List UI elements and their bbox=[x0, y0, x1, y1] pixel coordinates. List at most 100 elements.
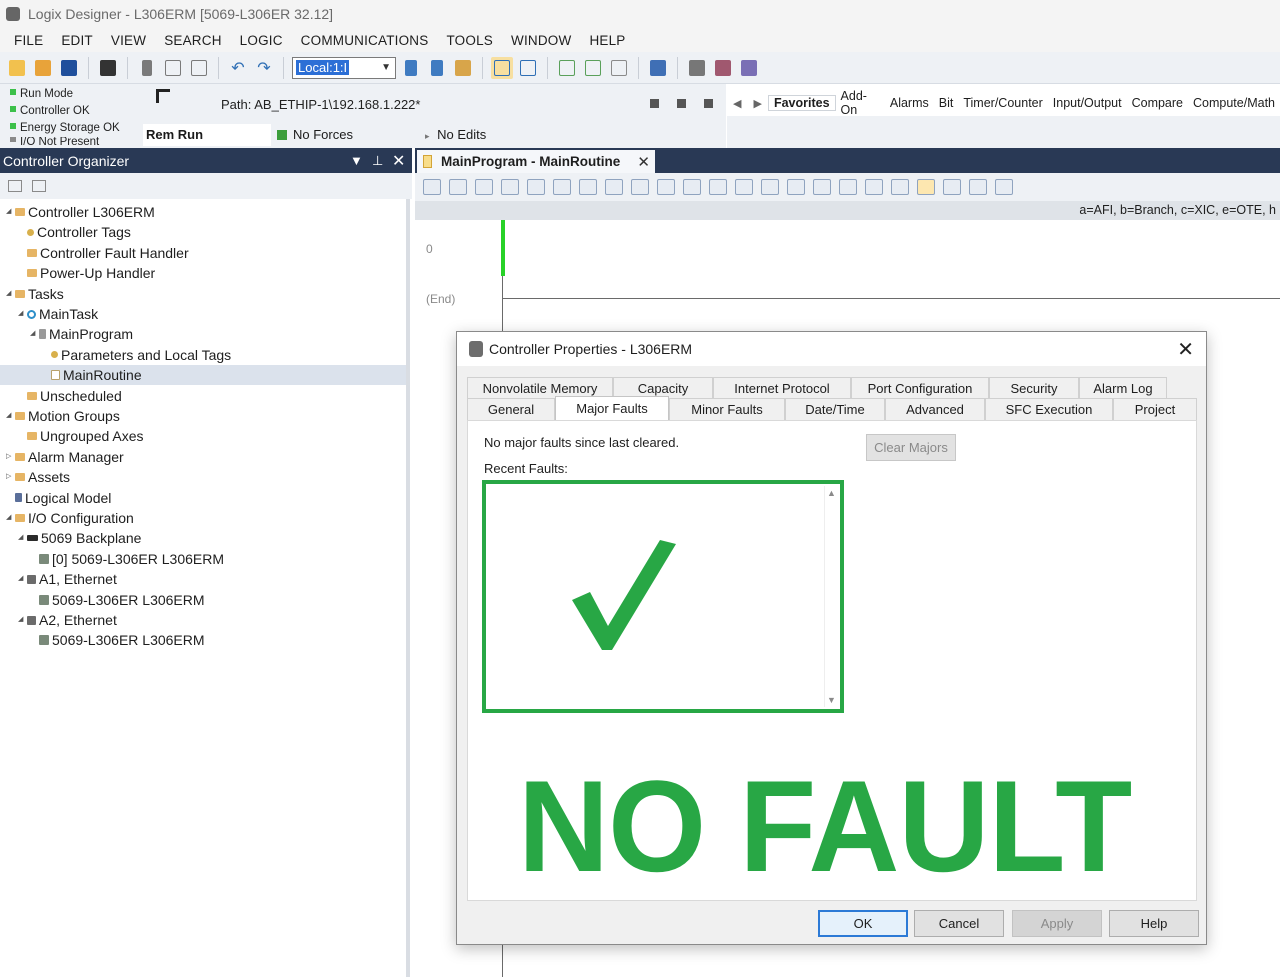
tree-item[interactable]: Unscheduled bbox=[18, 386, 122, 406]
tab-minor-faults[interactable]: Minor Faults bbox=[669, 398, 785, 420]
browse-icon[interactable] bbox=[452, 57, 474, 79]
tree-item[interactable]: MainRoutine bbox=[0, 365, 406, 386]
close-icon[interactable]: ✕ bbox=[392, 151, 405, 171]
expander-icon[interactable]: ◢ bbox=[6, 508, 15, 528]
xic-icon[interactable] bbox=[501, 179, 519, 195]
instruction-tab-add-on[interactable]: Add-On bbox=[836, 89, 885, 117]
instruction-tab-timer-counter[interactable]: Timer/Counter bbox=[958, 96, 1047, 110]
dropdown-icon[interactable]: ▼ bbox=[350, 153, 363, 168]
tree-item[interactable]: Ungrouped Axes bbox=[18, 426, 144, 446]
expander-icon[interactable]: ◢ bbox=[6, 202, 15, 222]
swap-icon[interactable] bbox=[943, 179, 961, 195]
tree-item[interactable]: ▷ Alarm Manager bbox=[6, 447, 124, 467]
tag-browse-icon[interactable] bbox=[813, 179, 831, 195]
tree-item[interactable]: Logical Model bbox=[6, 488, 111, 508]
tab-date-time[interactable]: Date/Time bbox=[785, 398, 885, 420]
online-icon[interactable] bbox=[556, 57, 578, 79]
watch-icon[interactable] bbox=[865, 179, 883, 195]
tree-item[interactable]: ◢ 5069 Backplane bbox=[18, 528, 141, 548]
tree-item[interactable]: ◢ A2, Ethernet bbox=[18, 610, 117, 630]
tab-advanced[interactable]: Advanced bbox=[885, 398, 985, 420]
collapse-all-icon[interactable] bbox=[8, 180, 22, 192]
find-next-icon[interactable] bbox=[426, 57, 448, 79]
tree-item[interactable]: ◢ Controller L306ERM bbox=[6, 202, 155, 222]
tab-port-configuration[interactable]: Port Configuration bbox=[851, 377, 989, 398]
zoom-in-icon[interactable] bbox=[735, 179, 753, 195]
network-icon[interactable] bbox=[677, 99, 686, 108]
menu-file[interactable]: FILE bbox=[5, 33, 52, 48]
menu-communications[interactable]: COMMUNICATIONS bbox=[292, 33, 438, 48]
recent-faults-list[interactable]: ▲ ▼ bbox=[482, 480, 844, 713]
instruction-tab-compute-math[interactable]: Compute/Math bbox=[1188, 96, 1280, 110]
tree-item[interactable]: 5069-L306ER L306ERM bbox=[30, 590, 205, 610]
expression-icon[interactable] bbox=[995, 179, 1013, 195]
description-icon[interactable] bbox=[969, 179, 987, 195]
download-icon[interactable] bbox=[582, 57, 604, 79]
tab-general[interactable]: General bbox=[467, 398, 555, 420]
tab-major-faults[interactable]: Major Faults bbox=[555, 396, 669, 421]
scroll-left-icon[interactable]: ◀ bbox=[733, 97, 741, 110]
verify-controller-icon[interactable] bbox=[491, 56, 513, 79]
add-rung-icon[interactable] bbox=[423, 179, 441, 195]
text-mode-icon[interactable] bbox=[917, 179, 935, 195]
zoom-out-icon[interactable] bbox=[761, 179, 779, 195]
expander-icon[interactable]: ◢ bbox=[6, 406, 15, 426]
tab-internet-protocol[interactable]: Internet Protocol bbox=[713, 377, 851, 398]
view-icon[interactable] bbox=[32, 180, 46, 192]
security-icon[interactable] bbox=[647, 57, 669, 79]
menu-help[interactable]: HELP bbox=[580, 33, 634, 48]
ok-button[interactable]: OK bbox=[818, 910, 908, 937]
tree-item[interactable]: Parameters and Local Tags bbox=[42, 345, 231, 365]
upload-icon[interactable] bbox=[608, 57, 630, 79]
help-button[interactable]: Help bbox=[1109, 910, 1199, 937]
cut-icon[interactable] bbox=[136, 57, 158, 79]
accept-edits-icon[interactable] bbox=[657, 179, 675, 195]
clear-majors-button[interactable]: Clear Majors bbox=[866, 434, 956, 461]
tab-project[interactable]: Project bbox=[1113, 398, 1197, 420]
paste-icon[interactable] bbox=[188, 57, 210, 79]
otu-icon[interactable] bbox=[605, 179, 623, 195]
who-active-icon[interactable] bbox=[650, 99, 659, 108]
menu-view[interactable]: VIEW bbox=[102, 33, 155, 48]
instruction-tab-favorites[interactable]: Favorites bbox=[767, 95, 836, 111]
tab-security[interactable]: Security bbox=[989, 377, 1079, 398]
tree-item[interactable]: ◢ Motion Groups bbox=[6, 406, 120, 426]
chevron-down-icon[interactable]: ▼ bbox=[381, 62, 391, 73]
ote-icon[interactable] bbox=[553, 179, 571, 195]
expander-icon[interactable]: ◢ bbox=[18, 304, 27, 324]
tree-item[interactable]: ◢ A1, Ethernet bbox=[18, 569, 117, 589]
pin-icon[interactable] bbox=[704, 99, 713, 108]
apply-button[interactable]: Apply bbox=[1012, 910, 1102, 937]
tree-item[interactable]: Power-Up Handler bbox=[18, 263, 155, 283]
instruction-tab-bit[interactable]: Bit bbox=[934, 96, 959, 110]
tree-item[interactable]: ▷ Assets bbox=[6, 467, 70, 487]
scroll-right-icon[interactable]: ▶ bbox=[753, 97, 761, 110]
menu-logic[interactable]: LOGIC bbox=[231, 33, 292, 48]
tree-item[interactable]: ◢ MainProgram bbox=[30, 324, 133, 344]
close-icon[interactable]: ✕ bbox=[637, 153, 650, 171]
properties-icon[interactable] bbox=[738, 57, 760, 79]
address-combo[interactable]: Local:1:I ▼ bbox=[292, 56, 396, 79]
cancel-edits-icon[interactable] bbox=[683, 179, 701, 195]
tree-item[interactable]: Controller Fault Handler bbox=[18, 243, 189, 263]
menu-search[interactable]: SEARCH bbox=[155, 33, 230, 48]
menu-window[interactable]: WINDOW bbox=[502, 33, 580, 48]
redo-icon[interactable]: ↷ bbox=[253, 57, 275, 79]
verify-routine-icon[interactable] bbox=[517, 57, 539, 79]
otl-icon[interactable] bbox=[579, 179, 597, 195]
expander-icon[interactable]: ▷ bbox=[6, 447, 15, 467]
expander-icon[interactable]: ◢ bbox=[18, 569, 27, 589]
finalize-edits-icon[interactable] bbox=[709, 179, 727, 195]
save-icon[interactable] bbox=[58, 57, 80, 79]
instruction-tab-input-output[interactable]: Input/Output bbox=[1048, 96, 1127, 110]
tree-item[interactable]: ◢ Tasks bbox=[6, 284, 64, 304]
expander-icon[interactable]: ◢ bbox=[18, 528, 27, 548]
cancel-button[interactable]: Cancel bbox=[914, 910, 1004, 937]
tab-sfc-execution[interactable]: SFC Execution bbox=[985, 398, 1113, 420]
expander-icon[interactable]: ◢ bbox=[18, 610, 27, 630]
menu-edit[interactable]: EDIT bbox=[52, 33, 102, 48]
properties-icon[interactable] bbox=[891, 179, 909, 195]
instruction-tab-compare[interactable]: Compare bbox=[1127, 96, 1188, 110]
pin-icon[interactable]: ⊥ bbox=[372, 153, 383, 169]
add-branch-icon[interactable] bbox=[449, 179, 467, 195]
